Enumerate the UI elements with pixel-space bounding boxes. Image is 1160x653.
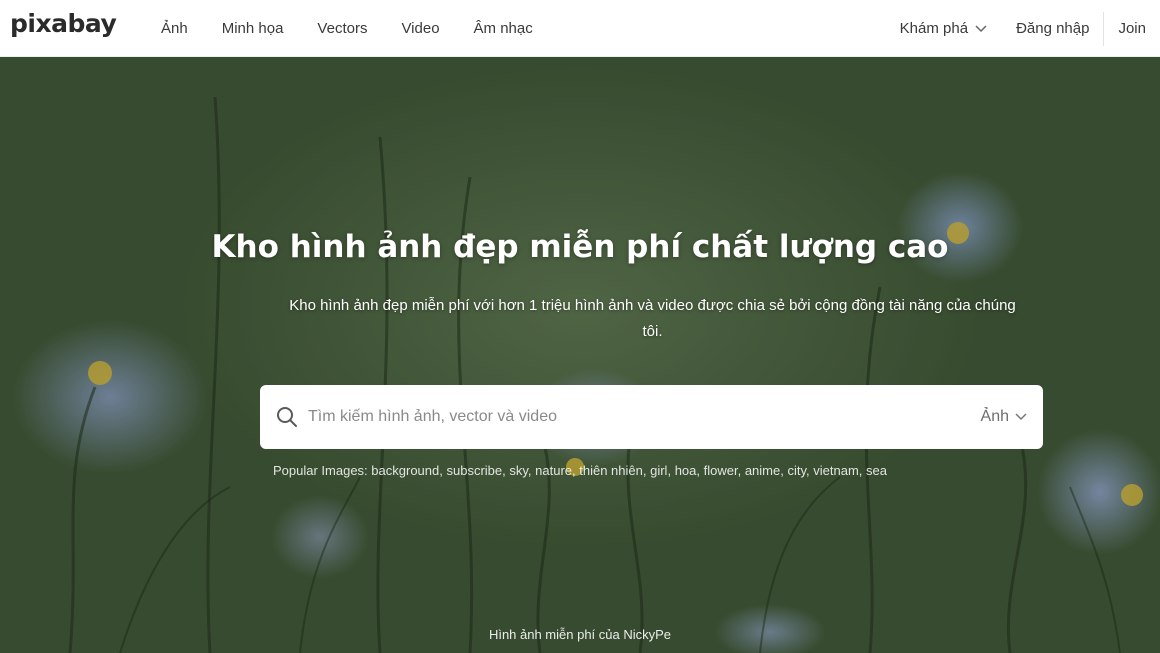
- hero-title: Kho hình ảnh đẹp miễn phí chất lượng cao: [211, 229, 949, 265]
- main-nav: Ảnh Minh họa Vectors Video Âm nhạc: [161, 0, 567, 57]
- popular-tag[interactable]: vietnam: [813, 463, 859, 478]
- popular-tag[interactable]: girl: [650, 463, 667, 478]
- join-link[interactable]: Join: [1118, 20, 1146, 37]
- popular-tag[interactable]: sea: [866, 463, 887, 478]
- popular-tag[interactable]: subscribe: [446, 463, 502, 478]
- popular-tag[interactable]: thiên nhiên: [579, 463, 643, 478]
- nav-illustrations[interactable]: Minh họa: [222, 20, 284, 37]
- search-bar: Ảnh: [260, 385, 1043, 449]
- popular-tag-list: background, subscribe, sky, nature, thiê…: [371, 463, 887, 478]
- popular-tag[interactable]: hoa: [675, 463, 697, 478]
- nav-photos[interactable]: Ảnh: [161, 20, 188, 37]
- media-type-value: Ảnh: [980, 408, 1009, 425]
- user-nav: Khám phá Đăng nhập Join: [900, 0, 1160, 57]
- popular-tag[interactable]: nature: [535, 463, 572, 478]
- login-link[interactable]: Đăng nhập: [1016, 20, 1089, 37]
- hero-banner: Kho hình ảnh đẹp miễn phí chất lượng cao…: [0, 57, 1160, 653]
- popular-tag[interactable]: anime: [745, 463, 780, 478]
- header-divider: [1103, 11, 1105, 46]
- image-credit[interactable]: Hình ảnh miễn phí của NickyPe: [0, 627, 1160, 642]
- top-header: pixabay Ảnh Minh họa Vectors Video Âm nh…: [0, 0, 1160, 57]
- popular-label: Popular Images:: [273, 463, 368, 478]
- hero-overlay: [0, 57, 1160, 653]
- explore-label: Khám phá: [899, 20, 969, 37]
- explore-menu[interactable]: Khám phá: [900, 20, 987, 37]
- popular-tag[interactable]: sky: [509, 463, 528, 478]
- popular-tag[interactable]: city: [787, 463, 806, 478]
- pixabay-logo[interactable]: pixabay: [10, 9, 117, 38]
- chevron-down-icon: [975, 24, 987, 32]
- popular-tag[interactable]: flower: [704, 463, 738, 478]
- search-input[interactable]: [308, 401, 928, 433]
- media-type-select[interactable]: Ảnh: [981, 385, 1027, 449]
- popular-searches: Popular Images: background, subscribe, s…: [0, 463, 1160, 478]
- search-icon[interactable]: [276, 406, 298, 428]
- chevron-down-icon: [1015, 413, 1027, 421]
- hero-subtitle: Kho hình ảnh đẹp miễn phí với hơn 1 triệ…: [289, 297, 1016, 340]
- nav-videos[interactable]: Video: [401, 20, 439, 37]
- nav-music[interactable]: Âm nhạc: [474, 20, 533, 37]
- popular-tag[interactable]: background: [371, 463, 439, 478]
- nav-vectors[interactable]: Vectors: [317, 20, 367, 37]
